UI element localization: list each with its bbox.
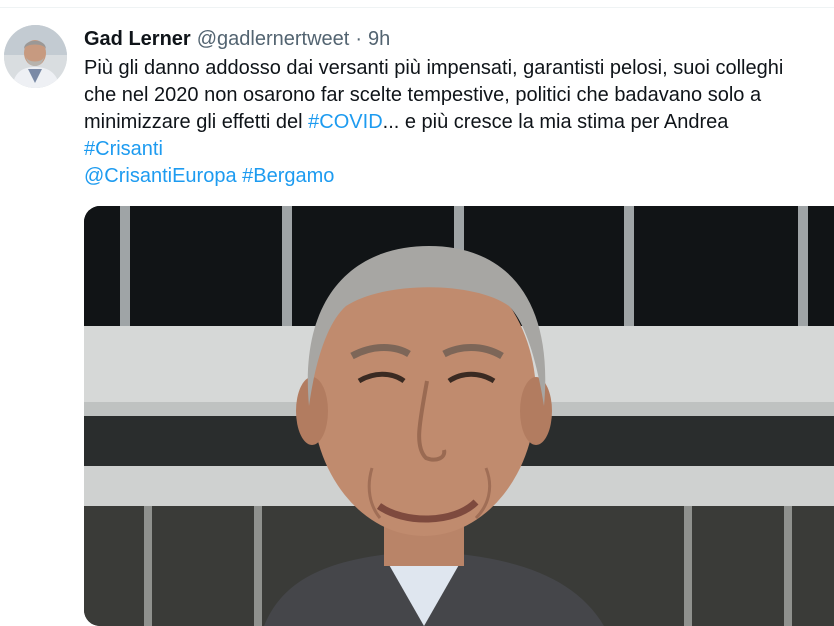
text-segment: minimizzare gli effetti del xyxy=(84,111,309,133)
tweet-text-line-1: Più gli danno addosso dai versanti più i… xyxy=(84,57,784,79)
hashtag-bergamo[interactable]: #Bergamo xyxy=(242,165,334,187)
top-divider xyxy=(0,7,834,8)
photo-icon xyxy=(84,206,834,626)
hashtag-crisanti[interactable]: #Crisanti xyxy=(84,138,163,160)
separator-dot: · xyxy=(355,27,362,50)
tweet-text-line-4: #Crisanti xyxy=(84,136,834,163)
hashtag-covid[interactable]: #COVID xyxy=(308,111,382,133)
tweet-text-line-3: minimizzare gli effetti del #COVID... e … xyxy=(84,109,834,136)
tweet-media-photo[interactable] xyxy=(84,206,834,626)
author-handle[interactable]: @gadlernertweet xyxy=(197,28,350,51)
author-avatar[interactable] xyxy=(4,25,67,88)
avatar-photo xyxy=(4,25,67,88)
tweet-text-line-2: che nel 2020 non osarono far scelte temp… xyxy=(84,84,762,106)
tweet-header: Gad Lerner @gadlernertweet · 9h xyxy=(84,26,390,52)
tweet-text: Più gli danno addosso dai versanti più i… xyxy=(84,55,834,190)
tweet-text-line-5: @CrisantiEuropa #Bergamo xyxy=(84,163,834,190)
author-name[interactable]: Gad Lerner xyxy=(84,28,191,51)
text-segment: ... e più cresce la mia stima per Andrea xyxy=(382,111,729,133)
mention-crisantieuropa[interactable]: @CrisantiEuropa xyxy=(84,165,237,187)
timestamp[interactable]: 9h xyxy=(368,28,390,51)
